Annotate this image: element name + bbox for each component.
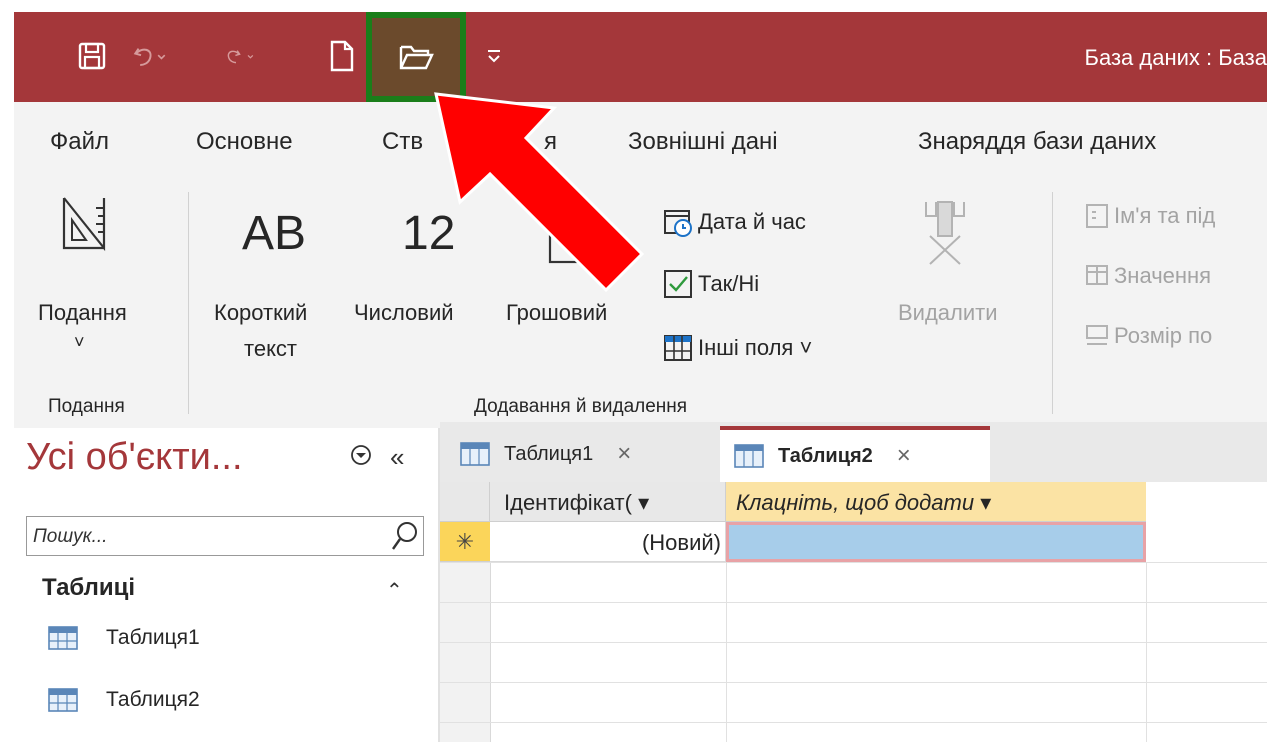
short-text-icon[interactable]: AB: [242, 206, 306, 261]
document-tab-bar: Таблиця1 × Таблиця2 ×: [440, 422, 1267, 482]
close-icon[interactable]: ×: [617, 440, 631, 468]
annotation-arrow: [434, 92, 645, 292]
table-fields-icon: [664, 335, 692, 361]
view-dropdown-chevron-icon[interactable]: ˅: [74, 332, 85, 353]
column-header-id[interactable]: Ідентифікат( ▾: [490, 482, 726, 522]
nav-dropdown-icon[interactable]: [350, 444, 372, 471]
new-record-marker[interactable]: ✳: [440, 522, 490, 562]
window-title: База даних : База: [1084, 45, 1267, 70]
nav-search-input[interactable]: Пошук...: [26, 516, 424, 556]
doc-tab-label: Таблиця1: [504, 442, 594, 465]
cell-id-new[interactable]: (Новий): [490, 522, 726, 562]
default-value-icon: [1086, 265, 1108, 285]
open-folder-icon: [399, 45, 434, 70]
grid-line: [440, 642, 1267, 643]
default-value-button[interactable]: Значення: [1084, 262, 1211, 290]
number-label[interactable]: Числовий: [354, 300, 454, 326]
add-delete-group-title: Додавання й видалення: [474, 396, 688, 417]
short-text-label-2[interactable]: текст: [244, 336, 297, 362]
more-fields-label: Інші поля ˅: [698, 335, 813, 360]
field-size-icon: [1086, 325, 1108, 345]
nav-collapse-button[interactable]: «: [390, 442, 404, 473]
section-collapse-icon[interactable]: ⌃: [386, 578, 403, 603]
yes-no-label: Так/Ні: [698, 271, 760, 296]
tab-file[interactable]: Файл: [50, 128, 109, 156]
table-icon: [48, 688, 78, 712]
search-icon[interactable]: [391, 521, 419, 556]
date-time-button[interactable]: Дата й час: [662, 206, 806, 238]
grid-line: [440, 682, 1267, 683]
grid-line: [440, 722, 1267, 723]
grid-line: [440, 602, 1267, 603]
record-selector-column: [440, 562, 491, 742]
short-text-label[interactable]: Короткий: [214, 300, 307, 326]
name-caption-label: Ім'я та під: [1114, 203, 1216, 228]
access-window: База даних : База Файл Основне Ств я Зов…: [14, 12, 1267, 742]
checkbox-icon: [664, 270, 692, 298]
doc-tab-label: Таблиця2: [778, 444, 873, 467]
doc-tab-table2[interactable]: Таблиця2 ×: [720, 426, 990, 482]
nav-item-label: Таблиця2: [106, 688, 200, 711]
nav-section-tables[interactable]: Таблиці: [42, 574, 135, 602]
undo-icon[interactable]: [132, 38, 168, 74]
table-icon: [460, 442, 490, 466]
name-caption-icon: [1086, 204, 1108, 228]
yes-no-button[interactable]: Так/Ні: [662, 268, 759, 300]
table-icon: [734, 444, 764, 468]
more-fields-button[interactable]: Інші поля ˅: [662, 332, 812, 364]
default-value-label: Значення: [1114, 263, 1212, 288]
grid-line: [440, 562, 1267, 563]
grid-line: [1146, 562, 1147, 742]
delete-label[interactable]: Видалити: [898, 300, 998, 326]
customize-qat-icon[interactable]: [476, 38, 512, 74]
nav-item-table2[interactable]: Таблиця2: [48, 688, 200, 712]
currency-label[interactable]: Грошовий: [506, 300, 607, 326]
field-size-label: Розмір по: [1114, 323, 1213, 348]
doc-tab-table1[interactable]: Таблиця1 ×: [446, 426, 720, 482]
name-caption-button[interactable]: Ім'я та під: [1084, 202, 1215, 230]
column-header-click-to-add[interactable]: Клацніть, щоб додати ▾: [726, 482, 1146, 522]
redo-icon[interactable]: [224, 38, 260, 74]
new-file-icon[interactable]: [324, 38, 360, 74]
search-placeholder: Пошук...: [33, 526, 108, 547]
tab-home[interactable]: Основне: [196, 128, 293, 156]
select-all-corner[interactable]: [440, 482, 490, 522]
nav-item-label: Таблиця1: [106, 626, 200, 649]
group-separator: [188, 192, 189, 414]
calendar-clock-icon: [664, 210, 692, 237]
nav-pane-title[interactable]: Усі об'єкти...: [26, 436, 243, 479]
date-time-label: Дата й час: [698, 209, 806, 234]
tab-database-tools[interactable]: Знаряддя бази даних: [918, 128, 1156, 156]
close-icon[interactable]: ×: [897, 442, 911, 470]
table-icon: [48, 626, 78, 650]
navigation-pane: Усі об'єкти... « Пошук... Таблиці ⌃ Табл…: [14, 428, 440, 742]
nav-item-table1[interactable]: Таблиця1: [48, 626, 200, 650]
datasheet-grid: Ідентифікат( ▾ Клацніть, щоб додати ▾ ✳ …: [440, 482, 1267, 742]
field-size-button[interactable]: Розмір по: [1084, 322, 1212, 350]
save-icon[interactable]: [74, 38, 110, 74]
view-group-title: Подання: [48, 396, 125, 417]
group-separator: [1052, 192, 1053, 414]
grid-line: [726, 562, 727, 742]
document-area: Таблиця1 × Таблиця2 × Ідентифікат( ▾ Кла…: [440, 422, 1267, 742]
view-button-label[interactable]: Подання: [38, 300, 127, 326]
view-icon[interactable]: [60, 194, 108, 263]
cell-selected[interactable]: [726, 522, 1146, 562]
delete-column-icon[interactable]: [920, 198, 970, 273]
